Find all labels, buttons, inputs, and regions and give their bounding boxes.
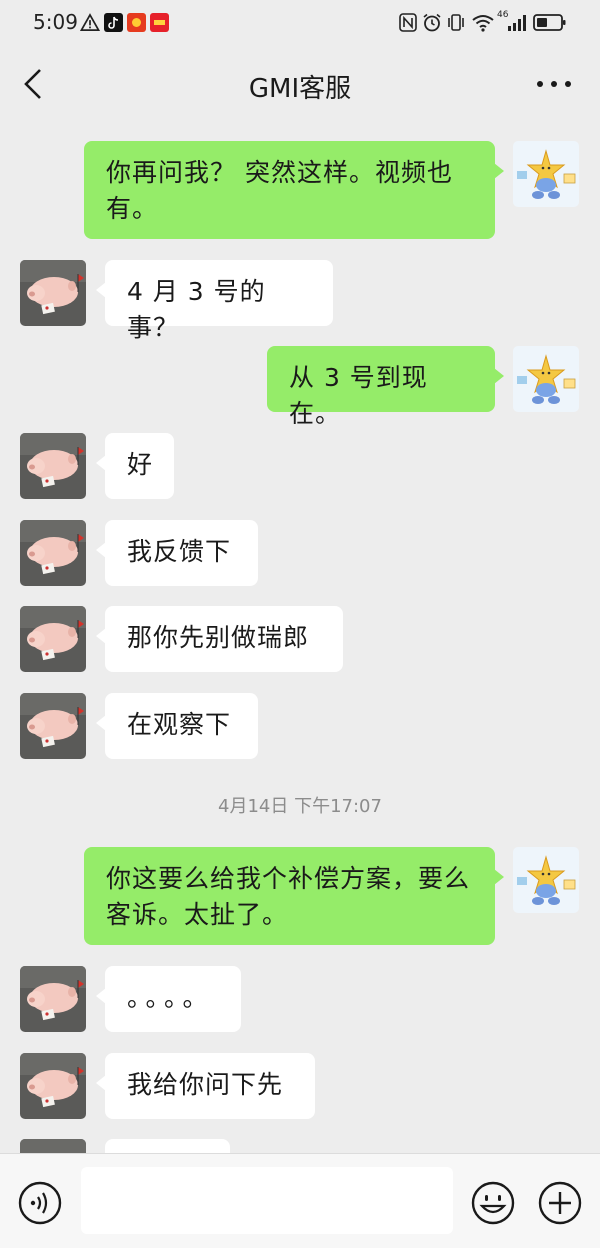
contact-avatar[interactable] — [20, 433, 86, 499]
input-bar — [0, 1153, 600, 1248]
emoji-icon[interactable] — [470, 1180, 516, 1226]
wifi-icon — [472, 15, 494, 32]
vibrate-icon — [448, 14, 464, 31]
battery-icon — [533, 14, 566, 31]
outgoing-message-bubble[interactable]: 从 3 号到现在。 — [267, 346, 504, 428]
contact-avatar[interactable] — [20, 260, 86, 326]
message-timestamp: 4月14日 下午17:07 — [218, 796, 382, 817]
warning-icon — [80, 13, 100, 31]
contact-avatar[interactable] — [20, 966, 86, 1032]
incoming-message-bubble[interactable]: 在观察下 — [96, 693, 258, 759]
incoming-message-bubble[interactable]: 4 月 3 号的事？ — [96, 260, 333, 342]
my-avatar[interactable] — [513, 847, 579, 913]
tiktok-icon — [104, 13, 123, 32]
incoming-message-bubble[interactable]: 那你先别做瑞郎 — [96, 606, 343, 672]
contact-avatar[interactable] — [20, 520, 86, 586]
contact-avatar[interactable] — [20, 693, 86, 759]
incoming-message-bubble[interactable]: 我反馈下 — [96, 520, 258, 586]
signal-icon — [508, 15, 526, 31]
incoming-message-bubble[interactable] — [105, 1139, 230, 1153]
incoming-message-bubble[interactable]: 好 — [96, 433, 174, 499]
message-input[interactable] — [81, 1167, 453, 1234]
status-bar: 5:09 46 — [0, 0, 600, 44]
incoming-message-bubble[interactable]: 我给你问下先 — [96, 1053, 315, 1119]
voice-icon[interactable] — [17, 1180, 63, 1226]
chat-header: GMI客服 — [0, 44, 600, 126]
my-avatar[interactable] — [513, 346, 579, 412]
app-icon — [127, 13, 146, 32]
chat-title: GMI客服 — [248, 74, 352, 104]
message-row-partial — [0, 1139, 600, 1153]
incoming-message-bubble[interactable]: 。。。。 — [96, 966, 241, 1032]
outgoing-message-bubble[interactable]: 你再问我？ 突然这样。视频也有。 — [84, 141, 504, 239]
contact-avatar[interactable] — [20, 1139, 86, 1153]
contact-avatar[interactable] — [20, 1053, 86, 1119]
app-icon-2 — [150, 13, 169, 32]
nfc-icon — [399, 13, 417, 32]
outgoing-message-bubble[interactable]: 你这要么给我个补偿方案，要么客诉。太扯了。 — [84, 847, 504, 945]
my-avatar[interactable] — [513, 141, 579, 207]
status-time: 5:09 — [33, 10, 78, 34]
contact-avatar[interactable] — [20, 606, 86, 672]
more-icon[interactable] — [534, 66, 574, 102]
alarm-icon — [423, 13, 441, 32]
plus-icon[interactable] — [537, 1180, 583, 1226]
